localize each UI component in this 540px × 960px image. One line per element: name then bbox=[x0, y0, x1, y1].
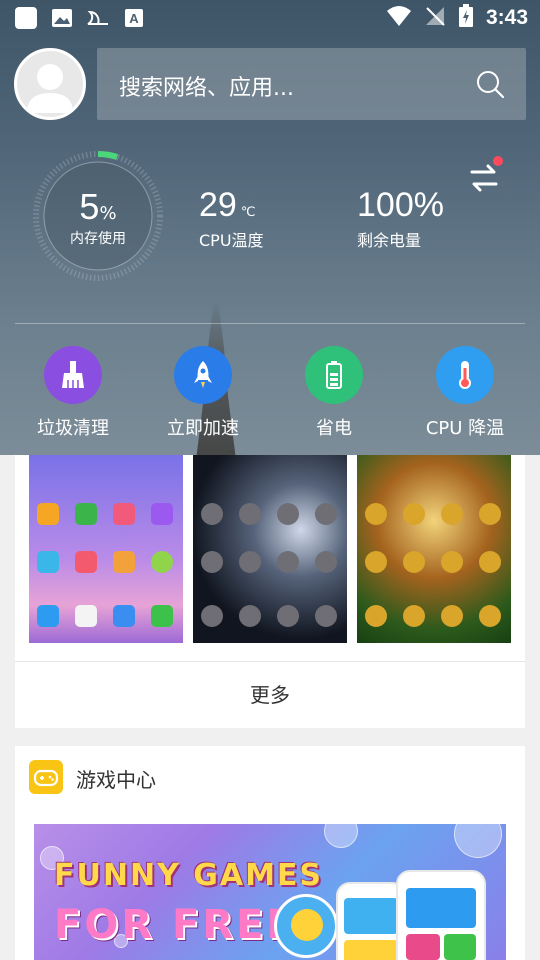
font-icon: A bbox=[122, 6, 146, 30]
tool-power-save[interactable]: 省电 bbox=[274, 346, 394, 440]
status-bar: A 3:43 bbox=[0, 0, 540, 36]
tool-label: CPU 降温 bbox=[425, 418, 505, 439]
cpu-temp-value: 29 bbox=[199, 186, 237, 224]
search-placeholder: 搜索网络、应用... bbox=[119, 76, 294, 101]
search-bar[interactable]: 搜索网络、应用... bbox=[97, 48, 526, 120]
broom-icon bbox=[44, 346, 102, 404]
tool-cpu-cool[interactable]: CPU 降温 bbox=[405, 346, 525, 440]
quick-tools: 垃圾清理 立即加速 省电 CPU 降温 bbox=[0, 346, 540, 446]
clock: 3:43 bbox=[485, 6, 528, 29]
chick-character-icon bbox=[274, 894, 338, 958]
search-icon[interactable] bbox=[474, 68, 506, 100]
thermometer-icon bbox=[436, 346, 494, 404]
wifi-icon bbox=[386, 5, 412, 31]
game-center-card: 游戏中心 FUNNY GAMES FOR FREE bbox=[15, 746, 525, 960]
no-signal-icon bbox=[424, 5, 446, 31]
tool-speed-up[interactable]: 立即加速 bbox=[143, 346, 263, 440]
banner-title-line2: FOR FREE bbox=[54, 902, 297, 948]
memory-gauge[interactable]: 5% 内存使用 bbox=[30, 148, 166, 284]
notification-dot bbox=[493, 156, 503, 166]
phone-mockup bbox=[396, 870, 486, 960]
game-center-title[interactable]: 游戏中心 bbox=[76, 764, 156, 793]
battery-charging-icon bbox=[458, 4, 474, 32]
tool-label: 立即加速 bbox=[167, 418, 239, 439]
battery-value: 100% bbox=[357, 186, 444, 224]
theme-thumb-golden[interactable] bbox=[357, 455, 511, 643]
tool-junk-clean[interactable]: 垃圾清理 bbox=[13, 346, 133, 440]
app-notification-icon bbox=[14, 6, 38, 30]
banner-title-line1: FUNNY GAMES bbox=[54, 858, 324, 893]
gamepad-icon bbox=[29, 760, 63, 794]
battery-stat: 100% 剩余电量 bbox=[357, 186, 444, 251]
battery-icon bbox=[305, 346, 363, 404]
cpu-temp-unit: ℃ bbox=[240, 205, 256, 220]
cpu-temp-stat: 29 ℃ CPU温度 bbox=[199, 186, 264, 251]
battery-label: 剩余电量 bbox=[357, 231, 422, 250]
cpu-temp-label: CPU温度 bbox=[199, 231, 264, 250]
tool-label: 省电 bbox=[316, 418, 352, 439]
theme-thumb-purple[interactable] bbox=[29, 455, 183, 643]
user-silhouette-icon bbox=[27, 64, 73, 113]
rocket-icon bbox=[174, 346, 232, 404]
memory-unit: % bbox=[99, 203, 117, 224]
image-icon bbox=[50, 6, 74, 30]
game-banner[interactable]: FUNNY GAMES FOR FREE bbox=[34, 824, 506, 960]
memory-label: 内存使用 bbox=[70, 231, 126, 247]
header-panel: A 3:43 搜索网络、应用... 5% 内存使用 29 ℃ CPU温度 100… bbox=[0, 0, 540, 455]
divider bbox=[15, 323, 525, 324]
memory-value: 5 bbox=[79, 186, 100, 227]
more-button[interactable]: 更多 bbox=[15, 662, 525, 728]
moon-icon bbox=[86, 6, 110, 30]
svg-text:A: A bbox=[129, 11, 139, 26]
tool-label: 垃圾清理 bbox=[37, 418, 109, 439]
theme-thumb-soccer[interactable] bbox=[193, 455, 347, 643]
user-avatar[interactable] bbox=[14, 48, 86, 120]
